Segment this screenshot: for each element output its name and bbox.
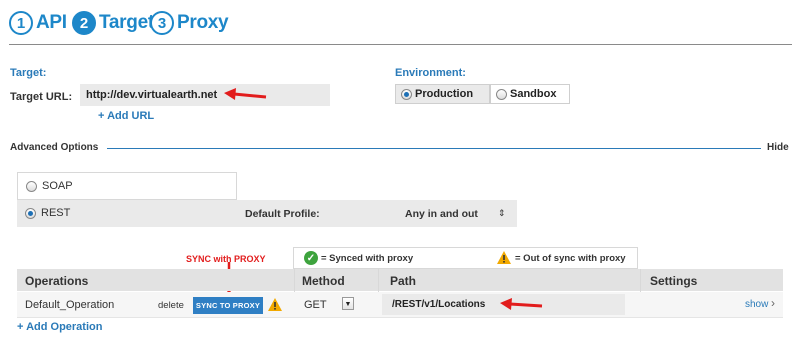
annotation-arrow-icon xyxy=(224,88,267,100)
target-url-value: http://dev.virtualearth.net xyxy=(86,89,218,101)
advanced-options-divider xyxy=(107,148,761,149)
protocol-soap-option[interactable]: SOAP xyxy=(17,172,237,200)
environment-production-option[interactable]: Production xyxy=(395,84,490,104)
step-proxy[interactable]: 3 Proxy xyxy=(150,10,229,36)
default-profile-select[interactable]: Any in and out ⇕ xyxy=(395,204,517,224)
target-section-label: Target: xyxy=(10,67,47,79)
delete-link[interactable]: delete xyxy=(158,300,184,311)
step-api[interactable]: 1 API xyxy=(9,10,67,36)
environment-option-label: Sandbox xyxy=(510,88,557,100)
settings-show-link[interactable]: show xyxy=(745,299,768,310)
protocol-option-label: REST xyxy=(41,207,71,219)
check-icon: ✓ xyxy=(304,251,318,265)
radio-selected-icon xyxy=(401,89,412,100)
add-operation-link[interactable]: + Add Operation xyxy=(17,321,102,333)
hide-link[interactable]: Hide xyxy=(767,142,789,153)
environment-sandbox-option[interactable]: Sandbox xyxy=(490,84,570,104)
radio-selected-icon xyxy=(25,208,36,219)
warning-icon xyxy=(497,251,511,264)
step-number: 2 xyxy=(72,11,96,35)
path-value: /REST/v1/Locations xyxy=(392,299,486,310)
radio-unselected-icon xyxy=(496,89,507,100)
chevron-right-icon: › xyxy=(771,296,775,310)
column-header-operations: Operations xyxy=(25,274,89,288)
sync-legend: ✓ = Synced with proxy = Out of sync with… xyxy=(293,247,638,269)
warning-icon xyxy=(268,298,282,311)
environment-label: Environment: xyxy=(395,67,466,79)
advanced-options-label: Advanced Options xyxy=(10,142,99,153)
add-url-link[interactable]: + Add URL xyxy=(98,110,154,122)
method-select[interactable]: GET ▼ xyxy=(296,294,366,315)
step-label: Target xyxy=(99,12,154,33)
annotation-arrow-icon xyxy=(500,298,543,310)
header-divider xyxy=(9,44,792,45)
legend-out-of-sync-label: = Out of sync with proxy xyxy=(515,253,626,264)
select-arrows-icon: ⇕ xyxy=(498,208,506,218)
column-header-settings: Settings xyxy=(650,274,698,288)
operation-name: Default_Operation xyxy=(25,299,115,311)
chevron-down-icon: ▼ xyxy=(342,297,354,310)
target-url-field[interactable]: http://dev.virtualearth.net xyxy=(80,84,330,106)
protocol-rest-option[interactable]: REST xyxy=(17,200,237,227)
default-profile-label: Default Profile: xyxy=(245,208,320,220)
step-label: Proxy xyxy=(177,12,229,33)
column-header-path: Path xyxy=(390,274,417,288)
target-url-label: Target URL: xyxy=(10,91,73,103)
method-value: GET xyxy=(304,299,327,311)
sync-to-proxy-button[interactable]: SYNC TO PROXY xyxy=(193,297,263,314)
step-target[interactable]: 2 Target xyxy=(72,10,154,36)
environment-option-label: Production xyxy=(415,88,474,100)
step-number: 1 xyxy=(9,11,33,35)
radio-unselected-icon xyxy=(26,181,37,192)
default-profile-value: Any in and out xyxy=(405,208,478,220)
column-header-method: Method xyxy=(302,274,345,288)
legend-synced-label: = Synced with proxy xyxy=(321,253,414,264)
protocol-option-label: SOAP xyxy=(42,180,73,192)
step-label: API xyxy=(36,12,67,33)
step-number: 3 xyxy=(150,11,174,35)
